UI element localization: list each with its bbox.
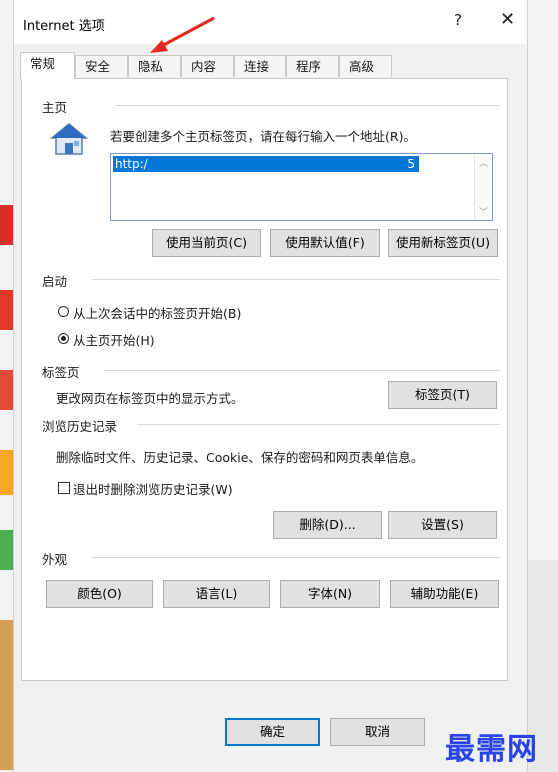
tab-advanced[interactable]: 高级	[339, 55, 392, 77]
fonts-button[interactable]: 字体(N)	[280, 580, 380, 608]
url-suffix: 5	[407, 157, 415, 171]
delete-history-button[interactable]: 删除(D)...	[273, 511, 382, 539]
background-app-orange	[0, 450, 13, 495]
watermark-logo: 最需网	[445, 732, 538, 767]
tab-programs-label: 程序	[296, 59, 322, 74]
background-app-red-3	[0, 370, 13, 410]
tab-connections-label: 连接	[244, 59, 270, 74]
ok-button[interactable]: 确定	[225, 718, 320, 746]
appearance-divider	[92, 557, 500, 558]
tabs-settings-button[interactable]: 标签页(T)	[388, 381, 497, 409]
tab-privacy-label: 隐私	[138, 59, 164, 74]
tab-programs[interactable]: 程序	[286, 55, 339, 77]
cancel-button[interactable]: 取消	[330, 718, 425, 746]
use-new-tab-button[interactable]: 使用新标签页(U)	[388, 229, 498, 257]
history-description: 删除临时文件、历史记录、Cookie、保存的密码和网页表单信息。	[56, 450, 424, 465]
background-left-edge	[0, 0, 13, 772]
tabs-description: 更改网页在标签页中的显示方式。	[56, 391, 244, 406]
help-button[interactable]: ?	[454, 11, 462, 29]
tab-content[interactable]: 内容	[181, 55, 234, 77]
tab-security[interactable]: 安全	[75, 55, 128, 77]
radio-last-session-label[interactable]: 从上次会话中的标签页开始(B)	[73, 303, 241, 322]
history-settings-button[interactable]: 设置(S)	[388, 511, 497, 539]
url-value: http:/	[115, 157, 148, 171]
home-page-url-textarea[interactable]: http:/ 5 ︿ ﹀	[110, 153, 493, 221]
languages-button[interactable]: 语言(L)	[163, 580, 270, 608]
use-default-button[interactable]: 使用默认值(F)	[270, 229, 380, 257]
tab-general[interactable]: 常规	[20, 52, 75, 79]
tab-advanced-label: 高级	[349, 59, 375, 74]
scroll-up-icon[interactable]: ︿	[479, 156, 488, 169]
tab-connections[interactable]: 连接	[234, 55, 286, 77]
home-description: 若要创建多个主页标签页，请在每行输入一个地址(R)。	[110, 129, 416, 144]
tab-security-label: 安全	[85, 59, 111, 74]
tab-general-label: 常规	[30, 56, 56, 71]
tabs-divider	[104, 370, 500, 371]
delete-on-exit-label[interactable]: 退出时删除浏览历史记录(W)	[73, 479, 233, 498]
radio-home-page-label[interactable]: 从主页开始(H)	[73, 330, 155, 349]
accessibility-button[interactable]: 辅助功能(E)	[390, 580, 499, 608]
radio-last-session[interactable]	[58, 306, 69, 317]
close-button[interactable]: ✕	[500, 9, 515, 30]
radio-home-page[interactable]	[58, 333, 69, 344]
home-heading: 主页	[42, 100, 68, 115]
background-app-red-2	[0, 290, 13, 330]
tab-content-label: 内容	[191, 59, 217, 74]
background-right-edge	[528, 0, 558, 772]
startup-divider	[92, 279, 500, 280]
window-title: Internet 选项	[23, 19, 105, 34]
selected-url-text: http:/ 5	[113, 156, 419, 172]
tab-privacy[interactable]: 隐私	[128, 55, 181, 77]
textarea-scrollbar[interactable]: ︿ ﹀	[474, 154, 492, 220]
background-app-green	[0, 530, 13, 570]
scroll-down-icon[interactable]: ﹀	[479, 205, 488, 218]
home-icon	[50, 123, 88, 155]
appearance-heading: 外观	[42, 552, 68, 567]
delete-on-exit-checkbox[interactable]	[58, 482, 70, 494]
home-divider	[115, 105, 500, 106]
history-heading: 浏览历史记录	[42, 419, 118, 434]
background-image	[0, 620, 13, 770]
background-app-red	[0, 205, 13, 245]
history-divider	[137, 424, 500, 425]
colors-button[interactable]: 颜色(O)	[46, 580, 153, 608]
startup-heading: 启动	[42, 274, 68, 289]
title-bar: Internet 选项 ? ✕	[14, 0, 527, 44]
tabs-heading: 标签页	[42, 365, 80, 380]
use-current-button[interactable]: 使用当前页(C)	[152, 229, 261, 257]
